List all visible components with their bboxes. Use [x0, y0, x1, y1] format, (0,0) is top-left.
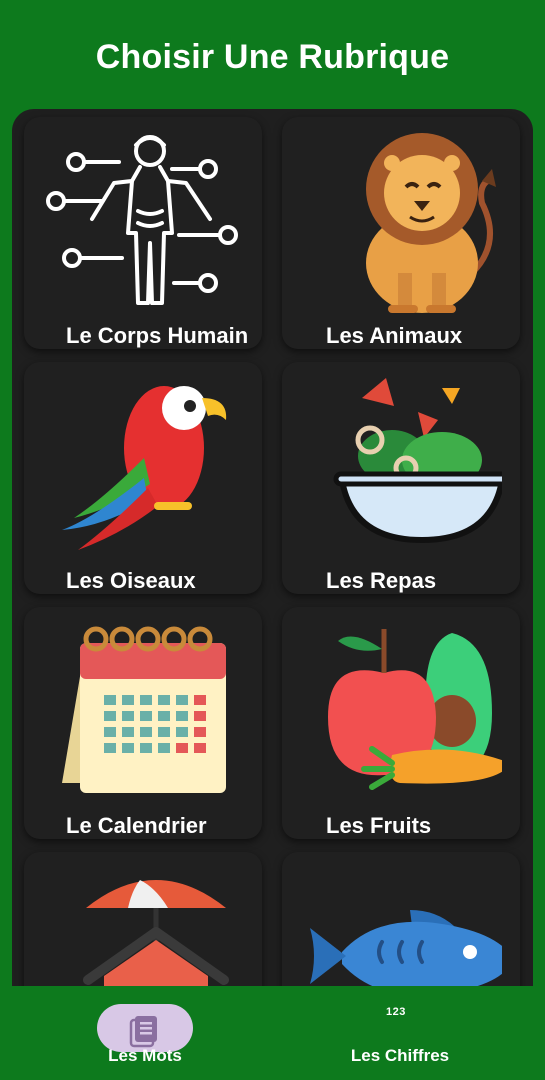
nav-label: Les Chiffres — [350, 1046, 450, 1065]
category-label: Les Oiseaux — [66, 568, 196, 593]
selected-indicator — [97, 1004, 193, 1052]
calendar-icon — [62, 626, 226, 793]
category-label: Les Repas — [326, 568, 437, 593]
parrot-icon — [62, 386, 227, 550]
salad-bowl-icon — [333, 378, 502, 544]
category-label: Les Fruits — [326, 813, 432, 838]
house-umbrella-icon — [83, 880, 229, 989]
nav-item-les-mots[interactable]: Les Mots — [0, 986, 272, 1080]
lion-icon — [366, 133, 496, 313]
category-card-oiseaux[interactable]: Les Oiseaux — [24, 362, 262, 594]
category-label: Les Animaux — [326, 323, 463, 348]
category-card-poissons[interactable] — [282, 852, 520, 989]
category-card-corps-humain[interactable]: Le Corps Humain — [24, 117, 262, 349]
category-card-fruits[interactable]: Les Fruits — [282, 607, 520, 839]
book-list-icon — [129, 1016, 157, 1048]
category-label: Le Corps Humain — [66, 323, 249, 348]
category-card-animaux[interactable]: Les Animaux — [282, 117, 520, 349]
human-body-icon — [46, 135, 238, 305]
nav-label: Les Mots — [108, 1046, 182, 1065]
category-card-repas[interactable]: Les Repas — [282, 362, 520, 594]
bottom-navigation: Les Mots 123 Les Chiffres — [0, 986, 545, 1080]
category-label: Le Calendrier — [66, 813, 207, 838]
category-card-calendrier[interactable]: Le Calendrier — [24, 607, 262, 839]
page-title: Choisir Une Rubrique — [95, 38, 450, 76]
fruits-vegetables-icon — [328, 629, 502, 790]
fish-icon — [310, 910, 502, 989]
numbers-icon: 123 — [386, 1006, 406, 1018]
category-grid: Le Corps Humain Les Animaux Les Oiseaux … — [12, 109, 533, 989]
category-card-maison[interactable] — [24, 852, 262, 989]
nav-item-les-chiffres[interactable]: 123 Les Chiffres — [272, 986, 544, 1080]
